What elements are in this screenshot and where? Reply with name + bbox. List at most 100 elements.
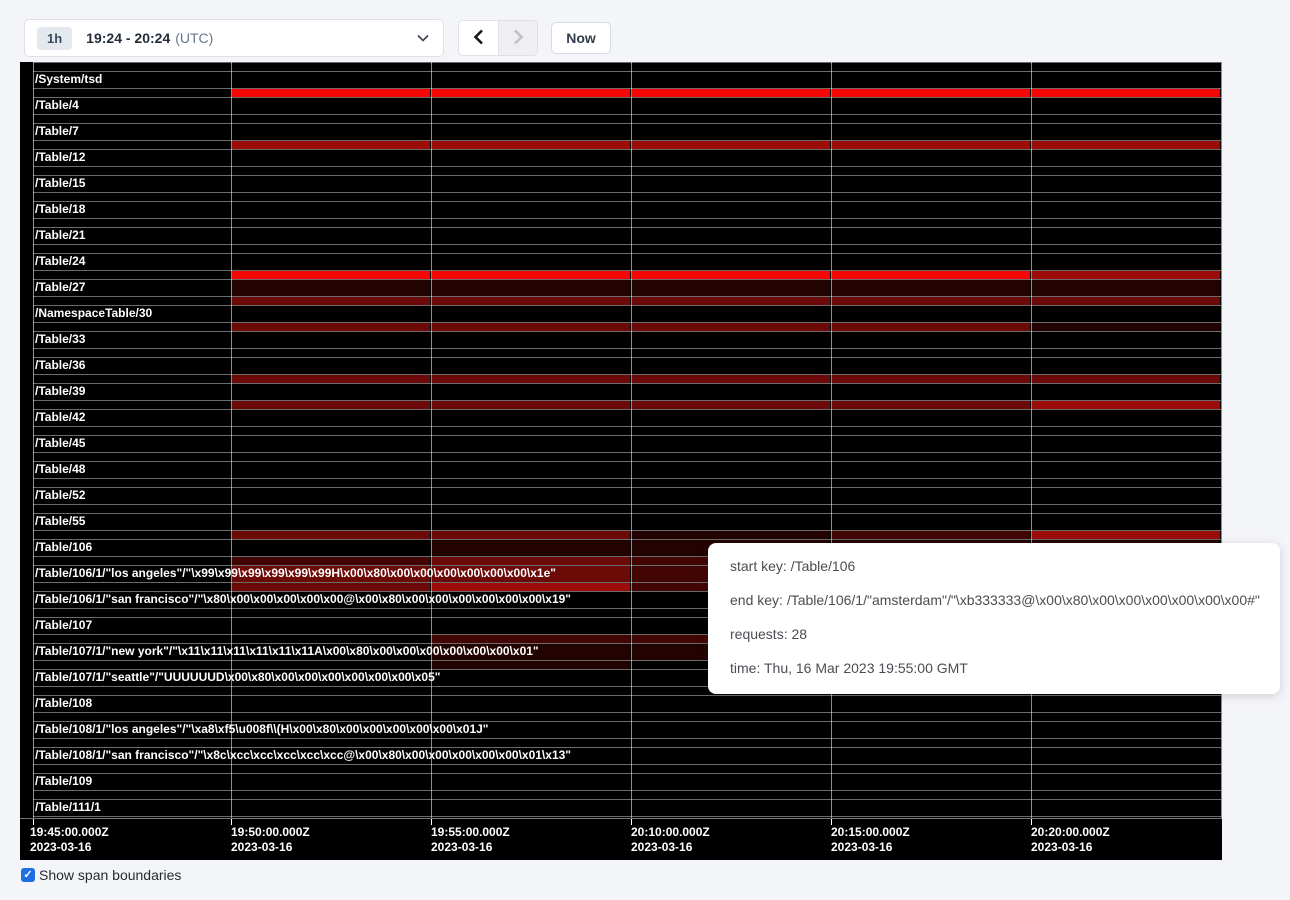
span-boundary-line xyxy=(33,504,1221,505)
heat-band[interactable] xyxy=(232,297,430,305)
prev-range-button[interactable] xyxy=(459,21,498,55)
heat-band[interactable] xyxy=(1032,89,1220,97)
heat-band[interactable] xyxy=(232,531,430,539)
heat-band[interactable] xyxy=(432,375,630,383)
chevron-down-icon xyxy=(417,34,429,42)
row-label: /Table/109 xyxy=(35,773,92,790)
time-range-select[interactable]: 1h 19:24 - 20:24 (UTC) xyxy=(24,19,444,57)
time-gridline xyxy=(33,62,34,818)
heat-band[interactable] xyxy=(232,583,430,591)
x-axis: 19:45:00.000Z2023-03-1619:50:00.000Z2023… xyxy=(20,818,1222,860)
row-label: /Table/106/1/"los angeles"/"\x99\x99\x99… xyxy=(35,565,556,582)
heat-band[interactable] xyxy=(1032,531,1220,539)
x-axis-label: 19:55:00.000Z2023-03-16 xyxy=(431,825,510,855)
bucket-tooltip: start key: /Table/106 end key: /Table/10… xyxy=(708,543,1280,694)
span-boundaries-control: ✓ Show span boundaries xyxy=(21,867,181,883)
heat-band[interactable] xyxy=(432,531,630,539)
heat-band[interactable] xyxy=(632,280,830,296)
heat-band[interactable] xyxy=(632,531,830,539)
key-visualizer-heatmap[interactable]: /System/tsd/Table/4/Table/7/Table/12/Tab… xyxy=(20,62,1222,860)
heat-band[interactable] xyxy=(1032,271,1220,279)
heat-band[interactable] xyxy=(632,271,830,279)
span-boundary-line xyxy=(33,97,1221,98)
heat-band[interactable] xyxy=(432,540,630,556)
checkmark-icon: ✓ xyxy=(23,870,32,881)
heat-band[interactable] xyxy=(632,375,830,383)
span-boundary-line xyxy=(33,305,1221,306)
now-button[interactable]: Now xyxy=(551,22,611,54)
heat-band[interactable] xyxy=(432,271,630,279)
span-boundary-line xyxy=(33,435,1221,436)
row-label: /Table/106/1/"san francisco"/"\x80\x00\x… xyxy=(35,591,571,608)
heat-band[interactable] xyxy=(432,89,630,97)
heat-band[interactable] xyxy=(432,297,630,305)
heat-band[interactable] xyxy=(832,280,1030,296)
heat-band[interactable] xyxy=(232,557,430,565)
row-label: /Table/52 xyxy=(35,487,85,504)
heat-band[interactable] xyxy=(1032,297,1220,305)
heat-band[interactable] xyxy=(232,271,430,279)
span-boundary-line xyxy=(33,62,1221,63)
tooltip-start-key: start key: /Table/106 xyxy=(730,556,1266,576)
heat-band[interactable] xyxy=(1032,141,1220,149)
span-boundary-line xyxy=(33,478,1221,479)
heat-band[interactable] xyxy=(432,280,630,296)
row-label: /Table/39 xyxy=(35,383,85,400)
row-label: /Table/107/1/"seattle"/"UUUUUUD\x00\x80\… xyxy=(35,669,440,686)
heat-band[interactable] xyxy=(432,323,630,331)
span-boundary-line xyxy=(33,383,1221,384)
heat-band[interactable] xyxy=(832,271,1030,279)
show-span-boundaries-label[interactable]: Show span boundaries xyxy=(39,867,181,883)
heat-band[interactable] xyxy=(632,141,830,149)
heat-band[interactable] xyxy=(1032,323,1220,331)
heat-band[interactable] xyxy=(432,635,630,643)
heat-band[interactable] xyxy=(432,141,630,149)
heat-band[interactable] xyxy=(232,323,430,331)
span-boundary-line xyxy=(33,218,1221,219)
row-label: /Table/27 xyxy=(35,279,85,296)
show-span-boundaries-checkbox[interactable]: ✓ xyxy=(21,868,35,882)
range-timezone: (UTC) xyxy=(175,30,213,46)
next-range-button[interactable] xyxy=(498,21,537,55)
row-label: /Table/45 xyxy=(35,435,85,452)
x-axis-label: 20:20:00.000Z2023-03-16 xyxy=(1031,825,1110,855)
heat-band[interactable] xyxy=(632,89,830,97)
row-label: /Table/107/1/"new york"/"\x11\x11\x11\x1… xyxy=(35,643,539,660)
span-boundary-line xyxy=(33,253,1221,254)
heat-band[interactable] xyxy=(832,297,1030,305)
heat-band[interactable] xyxy=(832,375,1030,383)
span-boundary-line xyxy=(33,487,1221,488)
heat-band[interactable] xyxy=(1032,401,1220,409)
heat-band[interactable] xyxy=(632,401,830,409)
heat-band[interactable] xyxy=(232,375,430,383)
heat-band[interactable] xyxy=(432,401,630,409)
heat-band[interactable] xyxy=(232,89,430,97)
tooltip-time: time: Thu, 16 Mar 2023 19:55:00 GMT xyxy=(730,658,1266,678)
heat-band[interactable] xyxy=(832,89,1030,97)
heat-band[interactable] xyxy=(632,297,830,305)
heat-band[interactable] xyxy=(632,323,830,331)
span-boundary-line xyxy=(33,816,1221,817)
row-label: /System/tsd xyxy=(35,71,102,88)
span-boundary-line xyxy=(33,114,1221,115)
heat-band[interactable] xyxy=(432,557,630,565)
heat-band[interactable] xyxy=(232,280,430,296)
span-boundary-line xyxy=(33,773,1221,774)
heat-band[interactable] xyxy=(1032,375,1220,383)
row-label: /Table/48 xyxy=(35,461,85,478)
heat-band[interactable] xyxy=(832,531,1030,539)
heat-band[interactable] xyxy=(1032,280,1220,296)
heat-band[interactable] xyxy=(232,401,430,409)
heat-band[interactable] xyxy=(432,661,630,669)
heat-band[interactable] xyxy=(432,583,630,591)
heat-band[interactable] xyxy=(832,323,1030,331)
range-label: 19:24 - 20:24 xyxy=(86,30,170,46)
x-axis-label: 20:15:00.000Z2023-03-16 xyxy=(831,825,910,855)
heat-band[interactable] xyxy=(832,141,1030,149)
row-label: /Table/42 xyxy=(35,409,85,426)
heat-band[interactable] xyxy=(232,141,430,149)
x-axis-label: 20:10:00.000Z2023-03-16 xyxy=(631,825,710,855)
time-gridline xyxy=(631,62,632,818)
tooltip-end-key: end key: /Table/106/1/"amsterdam"/"\xb33… xyxy=(730,590,1266,610)
heat-band[interactable] xyxy=(832,401,1030,409)
